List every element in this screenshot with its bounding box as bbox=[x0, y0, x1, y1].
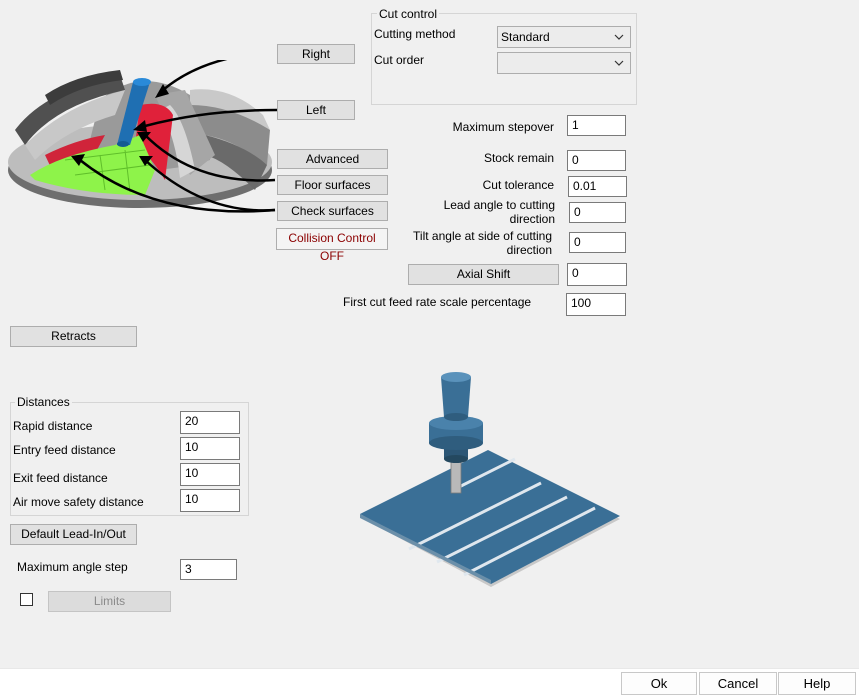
left-button[interactable]: Left bbox=[277, 100, 355, 120]
cut-tolerance-label: Cut tolerance bbox=[482, 178, 554, 192]
cut-order-label: Cut order bbox=[374, 53, 425, 67]
distances-title: Distances bbox=[15, 395, 72, 409]
lead-angle-field[interactable]: 0 bbox=[569, 202, 626, 223]
exit-feed-label: Exit feed distance bbox=[13, 471, 108, 485]
default-lead-button[interactable]: Default Lead-In/Out bbox=[10, 524, 137, 545]
rapid-distance-field[interactable]: 20 bbox=[180, 411, 240, 434]
impeller-illustration bbox=[8, 60, 278, 213]
stock-remain-field[interactable]: 0 bbox=[567, 150, 626, 171]
chevron-down-icon bbox=[614, 34, 624, 40]
tilt-angle-label-line2: direction bbox=[506, 243, 552, 257]
max-angle-step-field[interactable]: 3 bbox=[180, 559, 237, 580]
tilt-angle-label-line1: Tilt angle at side of cutting bbox=[413, 229, 552, 243]
toolpath-illustration bbox=[360, 372, 620, 587]
max-stepover-label: Maximum stepover bbox=[452, 120, 554, 134]
ok-button[interactable]: Ok bbox=[621, 672, 697, 695]
entry-feed-label: Entry feed distance bbox=[13, 443, 116, 457]
first-cut-field[interactable]: 100 bbox=[566, 293, 626, 316]
cut-tolerance-field[interactable]: 0.01 bbox=[568, 176, 627, 197]
lead-angle-label-line2: direction bbox=[509, 212, 555, 226]
retracts-button[interactable]: Retracts bbox=[10, 326, 137, 347]
cutting-method-value: Standard bbox=[501, 30, 550, 44]
cut-order-select[interactable] bbox=[497, 52, 631, 74]
max-angle-step-label: Maximum angle step bbox=[17, 560, 128, 574]
exit-feed-field[interactable]: 10 bbox=[180, 463, 240, 486]
axial-shift-button[interactable]: Axial Shift bbox=[408, 264, 559, 285]
axial-shift-field[interactable]: 0 bbox=[567, 263, 627, 286]
chevron-down-icon bbox=[614, 60, 624, 66]
cutting-method-label: Cutting method bbox=[374, 27, 456, 41]
max-stepover-field[interactable]: 1 bbox=[567, 115, 626, 136]
air-move-label: Air move safety distance bbox=[13, 495, 144, 509]
help-button[interactable]: Help bbox=[778, 672, 856, 695]
cancel-button[interactable]: Cancel bbox=[699, 672, 777, 695]
lead-angle-label-line1: Lead angle to cutting bbox=[443, 198, 555, 212]
stock-remain-label: Stock remain bbox=[483, 151, 554, 165]
tilt-angle-field[interactable]: 0 bbox=[569, 232, 626, 253]
air-move-field[interactable]: 10 bbox=[180, 489, 240, 512]
advanced-button[interactable]: Advanced bbox=[277, 149, 388, 169]
floor-surfaces-button[interactable]: Floor surfaces bbox=[277, 175, 388, 195]
first-cut-label: First cut feed rate scale percentage bbox=[343, 295, 532, 309]
tilt-angle-label: Tilt angle at side of cutting direction bbox=[400, 229, 552, 257]
cutting-method-select[interactable]: Standard bbox=[497, 26, 631, 48]
limits-button[interactable]: Limits bbox=[48, 591, 171, 612]
collision-control-button[interactable]: Collision Control OFF bbox=[276, 228, 388, 263]
rapid-distance-label: Rapid distance bbox=[13, 419, 93, 433]
right-button[interactable]: Right bbox=[277, 44, 355, 64]
cut-control-title: Cut control bbox=[377, 7, 440, 21]
check-surfaces-button[interactable]: Check surfaces bbox=[277, 201, 388, 221]
limits-checkbox[interactable] bbox=[20, 593, 33, 606]
lead-angle-label: Lead angle to cutting direction bbox=[400, 198, 555, 226]
entry-feed-field[interactable]: 10 bbox=[180, 437, 240, 460]
